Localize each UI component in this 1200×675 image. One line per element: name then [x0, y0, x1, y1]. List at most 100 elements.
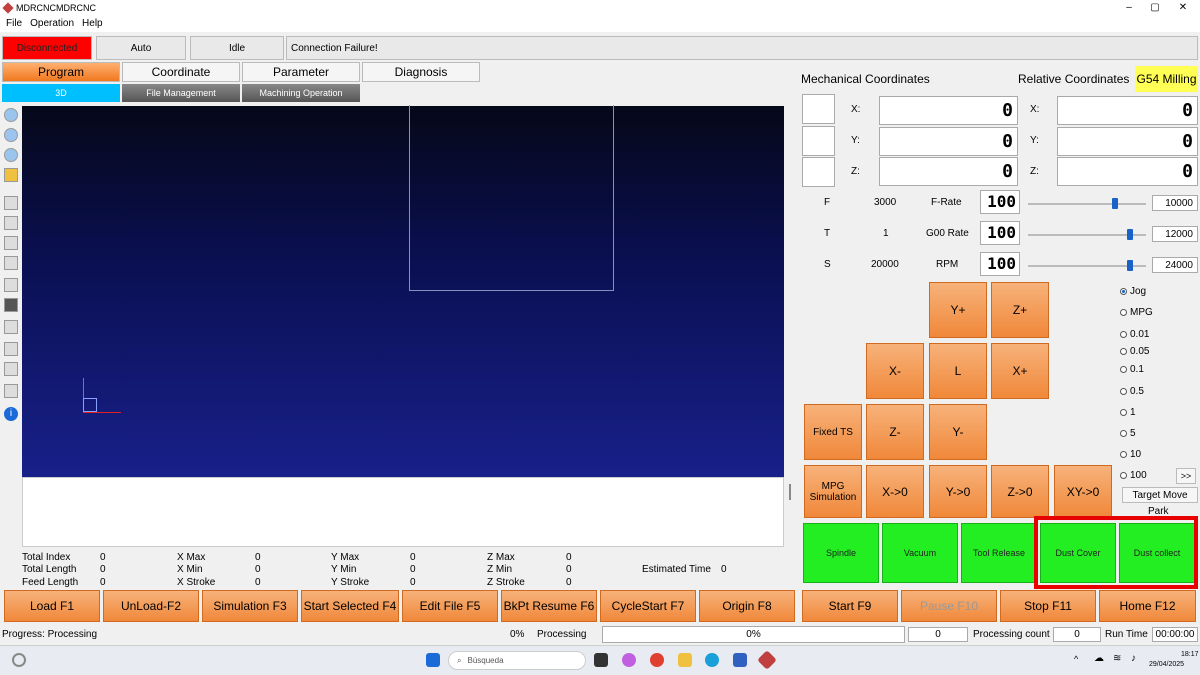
jog-l-button[interactable]: L	[929, 343, 987, 399]
view-right-icon[interactable]	[4, 256, 18, 270]
rel-z-display[interactable]: 0	[1057, 157, 1198, 186]
mpg-simulation-button[interactable]: MPG Simulation	[804, 465, 862, 518]
3d-viewport[interactable]	[22, 105, 784, 477]
xy-zero-button[interactable]: XY->0	[1054, 465, 1112, 518]
zoom-fit-icon[interactable]	[4, 148, 18, 162]
more-steps-button[interactable]: >>	[1176, 468, 1196, 484]
target-move-button[interactable]: Target Move	[1122, 487, 1198, 503]
g00-rate-slider-thumb[interactable]	[1126, 229, 1133, 240]
store-icon[interactable]	[733, 653, 747, 667]
radio-step-5[interactable]: 5	[1120, 428, 1136, 439]
jog-z-minus-button[interactable]: Z-	[866, 404, 924, 460]
stop-button[interactable]: Stop F11	[1000, 590, 1096, 622]
radio-step-0-5[interactable]: 0.5	[1120, 386, 1144, 397]
g00-max-field[interactable]: 12000	[1152, 226, 1198, 242]
jog-z-plus-button[interactable]: Z+	[991, 282, 1049, 338]
rel-y-display[interactable]: 0	[1057, 127, 1198, 156]
file-explorer-icon[interactable]	[678, 653, 692, 667]
view-back-icon[interactable]	[4, 216, 18, 230]
start-icon[interactable]	[426, 653, 440, 667]
menu-operation[interactable]: Operation	[30, 18, 74, 29]
feed-rate-slider-thumb[interactable]	[1112, 198, 1118, 209]
radio-step-label: 0.5	[1130, 386, 1144, 397]
radio-jog[interactable]: Jog	[1120, 286, 1146, 297]
edge-icon[interactable]	[705, 653, 719, 667]
view-left-icon[interactable]	[4, 236, 18, 250]
task-view-icon[interactable]	[594, 653, 608, 667]
subtab-machining-operation[interactable]: Machining Operation	[242, 84, 360, 102]
volume-icon[interactable]: ♪	[1131, 653, 1136, 664]
radio-step-0-05[interactable]: 0.05	[1120, 346, 1149, 357]
jog-y-minus-button[interactable]: Y-	[929, 404, 987, 460]
rpm-slider[interactable]	[1028, 260, 1146, 271]
clock-time[interactable]: 18:17	[1181, 651, 1199, 658]
close-button[interactable]: ✕	[1170, 0, 1196, 15]
tab-diagnosis[interactable]: Diagnosis	[362, 62, 480, 82]
jog-x-minus-button[interactable]: X-	[866, 343, 924, 399]
weather-icon[interactable]	[12, 653, 26, 667]
clock-date[interactable]: 29/04/2025	[1149, 661, 1184, 668]
minimize-button[interactable]: –	[1116, 0, 1142, 15]
wcs-indicator[interactable]: G54 Milling	[1135, 66, 1198, 92]
radio-step-0-1[interactable]: 0.1	[1120, 364, 1144, 375]
zoom-out-icon[interactable]	[4, 128, 18, 142]
radio-mpg[interactable]: MPG	[1120, 307, 1153, 318]
edit-file-button[interactable]: Edit File F5	[402, 590, 498, 622]
search-box[interactable]: ⌕ Búsqueda	[448, 651, 586, 670]
gcode-preview-area[interactable]	[22, 477, 784, 547]
radio-step-0-01[interactable]: 0.01	[1120, 329, 1149, 340]
network-icon[interactable]: ☁	[1094, 653, 1104, 664]
view-front-icon[interactable]	[4, 196, 18, 210]
tab-parameter[interactable]: Parameter	[242, 62, 360, 82]
subtab-file-management[interactable]: File Management	[122, 84, 240, 102]
view-iso2-icon[interactable]	[4, 342, 18, 356]
rpm-max-field[interactable]: 24000	[1152, 257, 1198, 273]
origin-button[interactable]: Origin F8	[699, 590, 795, 622]
jog-x-plus-button[interactable]: X+	[991, 343, 1049, 399]
feed-max-field[interactable]: 10000	[1152, 195, 1198, 211]
clear-icon[interactable]	[4, 168, 18, 182]
jog-y-plus-button[interactable]: Y+	[929, 282, 987, 338]
x-zero-button[interactable]: X->0	[866, 465, 924, 518]
start-button[interactable]: Start F9	[802, 590, 898, 622]
menu-file[interactable]: File	[6, 18, 22, 29]
spindle-output-button[interactable]: Spindle	[803, 523, 879, 583]
menu-help[interactable]: Help	[82, 18, 103, 29]
g00-rate-slider[interactable]	[1028, 229, 1146, 240]
radio-step-1[interactable]: 1	[1120, 407, 1136, 418]
tool-release-output-button[interactable]: Tool Release	[961, 523, 1037, 583]
maximize-button[interactable]: ▢	[1142, 0, 1168, 15]
unload-button[interactable]: UnLoad-F2	[103, 590, 199, 622]
feed-rate-slider[interactable]	[1028, 198, 1146, 209]
tray-chevron-icon[interactable]: ^	[1074, 654, 1078, 664]
cycle-start-button[interactable]: CycleStart F7	[600, 590, 696, 622]
wifi-icon[interactable]: ≋	[1113, 653, 1121, 664]
y-zero-button[interactable]: Y->0	[929, 465, 987, 518]
radio-step-10[interactable]: 10	[1120, 449, 1141, 460]
copilot-icon[interactable]	[622, 653, 636, 667]
view-iso4-icon[interactable]	[4, 384, 18, 398]
home-button[interactable]: Home F12	[1099, 590, 1196, 622]
start-selected-button[interactable]: Start Selected F4	[301, 590, 399, 622]
info-icon[interactable]: i	[4, 407, 18, 421]
zoom-in-icon[interactable]	[4, 108, 18, 122]
view-iso3-icon[interactable]	[4, 362, 18, 376]
rel-x-display[interactable]: 0	[1057, 96, 1198, 125]
rpm-slider-thumb[interactable]	[1126, 260, 1133, 271]
view-top-icon[interactable]	[4, 278, 18, 292]
pause-button[interactable]: Pause F10	[901, 590, 997, 622]
splitter-handle[interactable]	[789, 484, 791, 500]
vacuum-output-button[interactable]: Vacuum	[882, 523, 958, 583]
tab-program[interactable]: Program	[2, 62, 120, 82]
tab-coordinate[interactable]: Coordinate	[122, 62, 240, 82]
radio-step-100[interactable]: 100	[1120, 470, 1147, 481]
bkpt-resume-button[interactable]: BkPt Resume F6	[501, 590, 597, 622]
fixed-ts-button[interactable]: Fixed TS	[804, 404, 862, 460]
z-zero-button[interactable]: Z->0	[991, 465, 1049, 518]
subtab-3d[interactable]: 3D	[2, 84, 120, 102]
simulation-button[interactable]: Simulation F3	[202, 590, 298, 622]
chrome-icon[interactable]	[650, 653, 664, 667]
view-iso1-icon[interactable]	[4, 320, 18, 334]
load-button[interactable]: Load F1	[4, 590, 100, 622]
view-bottom-icon[interactable]	[4, 298, 18, 312]
